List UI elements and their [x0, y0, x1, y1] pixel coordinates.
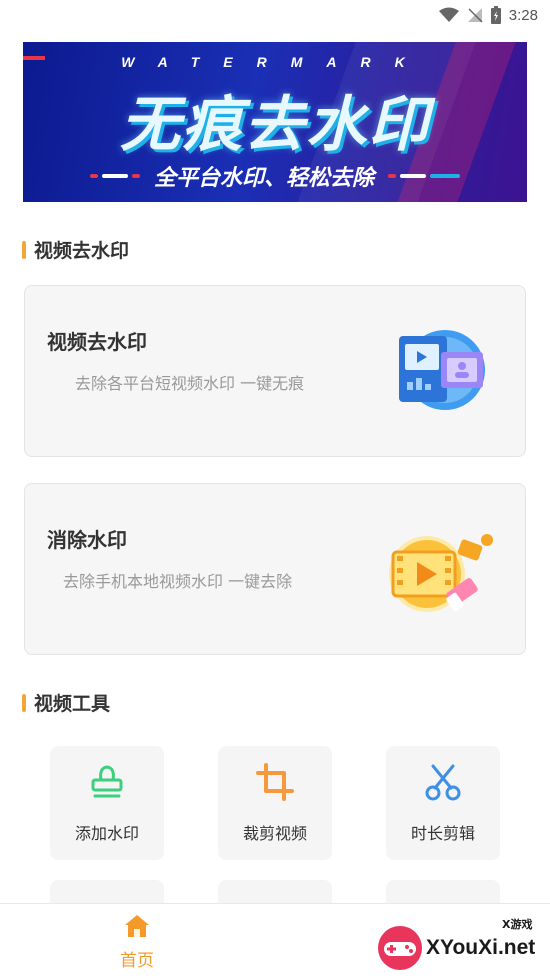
bottom-nav: 首页 X游戏 XYouXi.net: [0, 903, 550, 979]
scissors-icon: [423, 762, 463, 806]
banner-subline: 全平台水印、轻松去除: [153, 166, 374, 191]
section-marker: [22, 693, 26, 712]
section-marker: [22, 240, 26, 259]
tool-add-watermark[interactable]: 添加水印: [50, 746, 164, 860]
tool-label: 时长剪辑: [410, 824, 475, 843]
wifi-icon: [438, 7, 459, 23]
no-signal-icon: [467, 7, 483, 23]
card-desc: 去除手机本地视频水印 一键去除: [63, 572, 293, 591]
tool-label: 裁剪视频: [242, 824, 307, 843]
battery-icon: [490, 6, 501, 24]
logo-small-text: X游戏: [502, 918, 533, 931]
crop-icon: [255, 762, 295, 806]
home-icon: [124, 914, 150, 942]
card-video-remove-watermark[interactable]: 视频去水印 去除各平台短视频水印 一键无痕: [24, 285, 526, 457]
card-title: 消除水印: [47, 528, 127, 552]
banner-watermark-word: WATERMARK: [121, 54, 429, 70]
tool-trim-duration[interactable]: 时长剪辑: [386, 746, 500, 860]
card-desc: 去除各平台短视频水印 一键无痕: [75, 374, 305, 393]
banner-decor-dash: [388, 174, 460, 178]
card-title: 视频去水印: [47, 330, 147, 354]
status-time: 3:28: [508, 6, 538, 24]
banner-subline-row: 全平台水印、轻松去除: [23, 160, 527, 192]
logo-text: XYouXi.net: [426, 936, 536, 959]
card-local-remove-watermark[interactable]: 消除水印 去除手机本地视频水印 一键去除: [24, 483, 526, 655]
nav-home-label: 首页: [120, 951, 154, 971]
video-gallery-icon: [387, 324, 487, 424]
tool-label: 添加水印: [74, 824, 139, 843]
section-title-remove: 视频去水印: [22, 236, 129, 263]
banner-headline: 无痕去水印: [120, 90, 430, 160]
status-bar: 3:28: [0, 0, 550, 30]
section-title-tools: 视频工具: [22, 689, 110, 716]
section-title-text: 视频去水印: [34, 240, 130, 262]
stamp-icon: [87, 762, 127, 806]
nav-home[interactable]: 首页: [107, 914, 167, 971]
tool-crop-video[interactable]: 裁剪视频: [218, 746, 332, 860]
banner-decor-dash: [89, 174, 140, 178]
section-title-text: 视频工具: [34, 693, 111, 715]
video-eraser-icon: [387, 522, 493, 622]
site-logo-watermark: X游戏 XYouXi.net: [374, 914, 544, 976]
promo-banner[interactable]: WATERMARK 无痕去水印 全平台水印、轻松去除: [23, 42, 527, 202]
